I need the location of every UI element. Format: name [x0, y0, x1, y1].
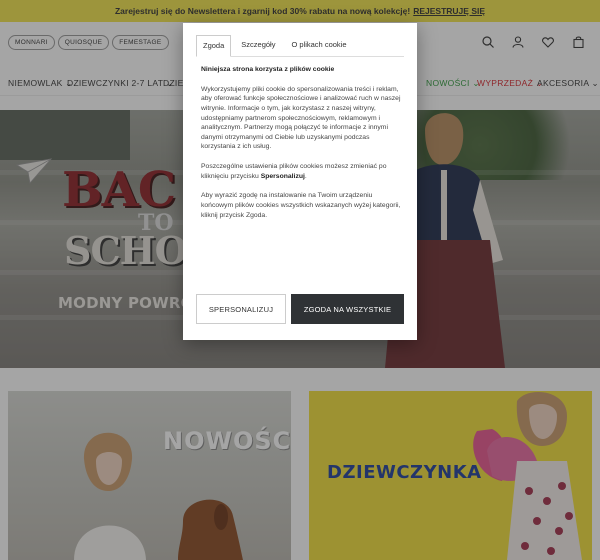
tab-o-plikach-cookie[interactable]: O plikach cookie: [285, 35, 352, 57]
accept-all-button[interactable]: ZGODA NA WSZYSTKIE: [291, 294, 404, 324]
cookie-dialog-body: Niniejsza strona korzysta z plików cooki…: [201, 65, 401, 230]
cookie-settings-hint: Poszczególne ustawienia plików cookies m…: [201, 162, 401, 181]
cookie-consent-hint: Aby wyrazić zgodę na instalowanie na Two…: [201, 192, 401, 219]
cookie-settings-hint-bold: Spersonalizuj: [260, 172, 305, 180]
tab-szczegoly[interactable]: Szczegóły: [235, 35, 281, 57]
cookie-tabs: Zgoda Szczegóły O plikach cookie: [196, 35, 404, 57]
personalize-button[interactable]: SPERSONALIZUJ: [196, 294, 286, 324]
tab-zgoda[interactable]: Zgoda: [196, 35, 232, 57]
cookie-dialog-title: Niniejsza strona korzysta z plików cooki…: [201, 66, 335, 73]
cookie-settings-hint-end: .: [304, 172, 307, 180]
cookie-description: Wykorzystujemy pliki cookie do spersonal…: [201, 85, 401, 151]
cookie-consent-dialog: Zgoda Szczegóły O plikach cookie Niniejs…: [183, 23, 417, 340]
